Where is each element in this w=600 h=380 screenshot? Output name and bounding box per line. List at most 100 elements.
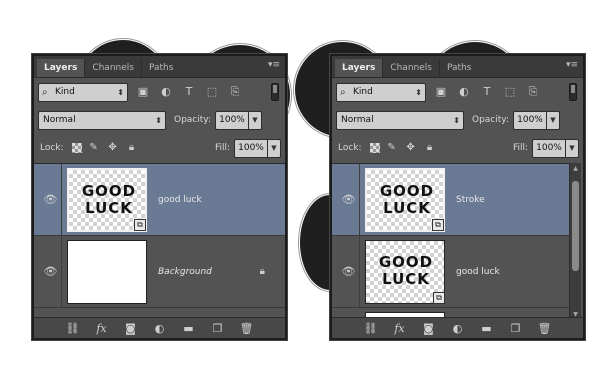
layers-panel-left: Layers Channels Paths ▾≡ ⌕ Kind ⬍ ▣ ◐ T … (32, 54, 287, 340)
add-mask-icon[interactable]: ◙ (124, 322, 138, 335)
filter-toggle-switch[interactable] (569, 83, 577, 101)
fill-dropdown-arrow[interactable]: ▼ (268, 138, 281, 158)
fill-label: Fill: (214, 143, 230, 153)
layers-panel-right: Layers Channels Paths ▾≡ ⌕ Kind ⬍ ▣ ◐ T … (330, 54, 585, 340)
chevron-updown-icon: ⬍ (117, 87, 124, 97)
trash-icon[interactable]: 🗑︎ (240, 322, 254, 335)
kind-filter-dropdown[interactable]: ⌕ Kind ⬍ (336, 82, 426, 102)
shape-filter-icon[interactable]: ⬚ (502, 84, 518, 100)
lock-image-pixels-icon[interactable]: ✎ (385, 141, 399, 155)
new-group-folder-icon[interactable]: ▬ (480, 322, 494, 335)
thumbnail-text: GOOD LUCK (379, 182, 435, 217)
lock-row: Lock: ✎ ✥ 🔒︎ Fill: 100% ▼ (34, 134, 285, 162)
new-layer-icon[interactable]: ❐ (211, 322, 225, 335)
smart-object-badge-icon: ⧉ (433, 292, 445, 304)
blend-row: Normal ⬍ Opacity: 100% ▼ (34, 106, 285, 134)
fill-label: Fill: (512, 143, 528, 153)
menu-lines-icon[interactable]: ▾≡ (267, 60, 281, 71)
adjustment-filter-icon[interactable]: ◐ (158, 84, 174, 100)
add-mask-icon[interactable]: ◙ (422, 322, 436, 335)
layer-row[interactable]: 👁︎ GOOD LUCK ⧉ good luck (332, 236, 573, 308)
opacity-dropdown-arrow[interactable]: ▼ (249, 110, 262, 130)
lock-transparent-pixels-icon[interactable] (71, 143, 82, 153)
layer-lock-icon[interactable]: 🔒︎ (260, 236, 265, 307)
smart-object-filter-icon[interactable]: ⎘ (227, 84, 243, 100)
opacity-label: Opacity: (472, 115, 509, 125)
filter-row: ⌕ Kind ⬍ ▣ ◐ T ⬚ ⎘ (34, 78, 285, 106)
layers-scrollbar[interactable]: ▲ ▼ (569, 163, 581, 321)
tab-channels[interactable]: Channels (382, 59, 439, 77)
type-filter-icon[interactable]: T (181, 84, 197, 100)
layer-style-fx-icon[interactable]: fx (95, 322, 109, 335)
adjustment-filter-icon[interactable]: ◐ (456, 84, 472, 100)
layer-name[interactable]: Stroke (456, 164, 485, 235)
lock-label: Lock: (40, 143, 64, 153)
scroll-up-arrow-icon[interactable]: ▲ (570, 163, 581, 175)
scrollbar-thumb[interactable] (572, 181, 579, 271)
blend-mode-dropdown[interactable]: Normal ⬍ (38, 110, 166, 130)
layer-row[interactable]: 👁︎ Background 🔒︎ (34, 236, 285, 308)
visibility-eye-icon[interactable]: 👁︎ (40, 236, 62, 307)
trash-icon[interactable]: 🗑︎ (538, 322, 552, 335)
adjustment-layer-icon[interactable]: ◐ (451, 322, 465, 335)
tab-channels[interactable]: Channels (84, 59, 141, 77)
filter-toggle-switch[interactable] (271, 83, 279, 101)
lock-transparent-pixels-icon[interactable] (369, 143, 380, 153)
thumbnail-text: GOOD LUCK (81, 182, 137, 217)
layer-thumbnail (67, 240, 147, 304)
layer-row[interactable]: 👁︎ GOOD LUCK ⧉ Stroke (332, 164, 573, 236)
layer-style-fx-icon[interactable]: fx (393, 322, 407, 335)
shape-filter-icon[interactable]: ⬚ (204, 84, 220, 100)
layer-name[interactable]: good luck (456, 236, 500, 307)
smart-object-filter-icon[interactable]: ⎘ (525, 84, 541, 100)
adjustment-layer-icon[interactable]: ◐ (153, 322, 167, 335)
visibility-eye-icon[interactable]: 👁︎ (338, 236, 360, 307)
fill-field[interactable]: 100% (532, 138, 566, 158)
layer-row[interactable]: 👁︎ GOOD LUCK ⧉ good luck (34, 164, 285, 236)
layer-thumbnail: GOOD LUCK ⧉ (365, 168, 445, 232)
blend-mode-dropdown[interactable]: Normal ⬍ (336, 110, 464, 130)
layer-name[interactable]: good luck (158, 164, 202, 235)
layers-list: 👁︎ GOOD LUCK ⧉ good luck 👁︎ Background 🔒︎ (34, 163, 285, 321)
pixel-filter-icon[interactable]: ▣ (135, 84, 151, 100)
blend-mode-value: Normal (43, 114, 76, 125)
chevron-updown-icon: ⬍ (415, 87, 422, 97)
opacity-dropdown-arrow[interactable]: ▼ (547, 110, 560, 130)
menu-lines-icon[interactable]: ▾≡ (565, 60, 579, 71)
visibility-eye-icon[interactable]: 👁︎ (40, 164, 62, 235)
panel-tabbar: Layers Channels Paths ▾≡ (332, 56, 583, 78)
opacity-label: Opacity: (174, 115, 211, 125)
visibility-eye-icon[interactable]: 👁︎ (338, 164, 360, 235)
smart-object-badge-icon: ⧉ (134, 219, 146, 231)
opacity-field[interactable]: 100% (215, 110, 249, 130)
lock-all-icon[interactable]: 🔒︎ (125, 141, 139, 155)
pixel-filter-icon[interactable]: ▣ (433, 84, 449, 100)
fill-field[interactable]: 100% (234, 138, 268, 158)
link-layers-icon[interactable]: ⛓︎ (364, 322, 378, 335)
type-filter-icon[interactable]: T (479, 84, 495, 100)
layer-name[interactable]: Background (158, 236, 212, 307)
new-layer-icon[interactable]: ❐ (509, 322, 523, 335)
search-icon: ⌕ (42, 86, 48, 98)
search-icon: ⌕ (340, 86, 346, 98)
panel-tabbar: Layers Channels Paths ▾≡ (34, 56, 285, 78)
lock-row: Lock: ✎ ✥ 🔒︎ Fill: 100% ▼ (332, 134, 583, 162)
lock-position-icon[interactable]: ✥ (404, 141, 418, 155)
new-group-folder-icon[interactable]: ▬ (182, 322, 196, 335)
blend-mode-value: Normal (341, 114, 374, 125)
kind-filter-dropdown[interactable]: ⌕ Kind ⬍ (38, 82, 128, 102)
chevron-updown-icon: ⬍ (155, 115, 162, 125)
lock-all-icon[interactable]: 🔒︎ (423, 141, 437, 155)
fill-dropdown-arrow[interactable]: ▼ (566, 138, 579, 158)
lock-image-pixels-icon[interactable]: ✎ (87, 141, 101, 155)
tab-paths[interactable]: Paths (438, 59, 478, 77)
lock-label: Lock: (338, 143, 362, 153)
layer-thumbnail: GOOD LUCK ⧉ (365, 240, 445, 304)
chevron-updown-icon: ⬍ (453, 115, 460, 125)
link-layers-icon[interactable]: ⛓︎ (66, 322, 80, 335)
opacity-field[interactable]: 100% (513, 110, 547, 130)
lock-position-icon[interactable]: ✥ (106, 141, 120, 155)
tab-layers[interactable]: Layers (37, 59, 85, 77)
tab-layers[interactable]: Layers (335, 59, 383, 77)
tab-paths[interactable]: Paths (140, 59, 180, 77)
